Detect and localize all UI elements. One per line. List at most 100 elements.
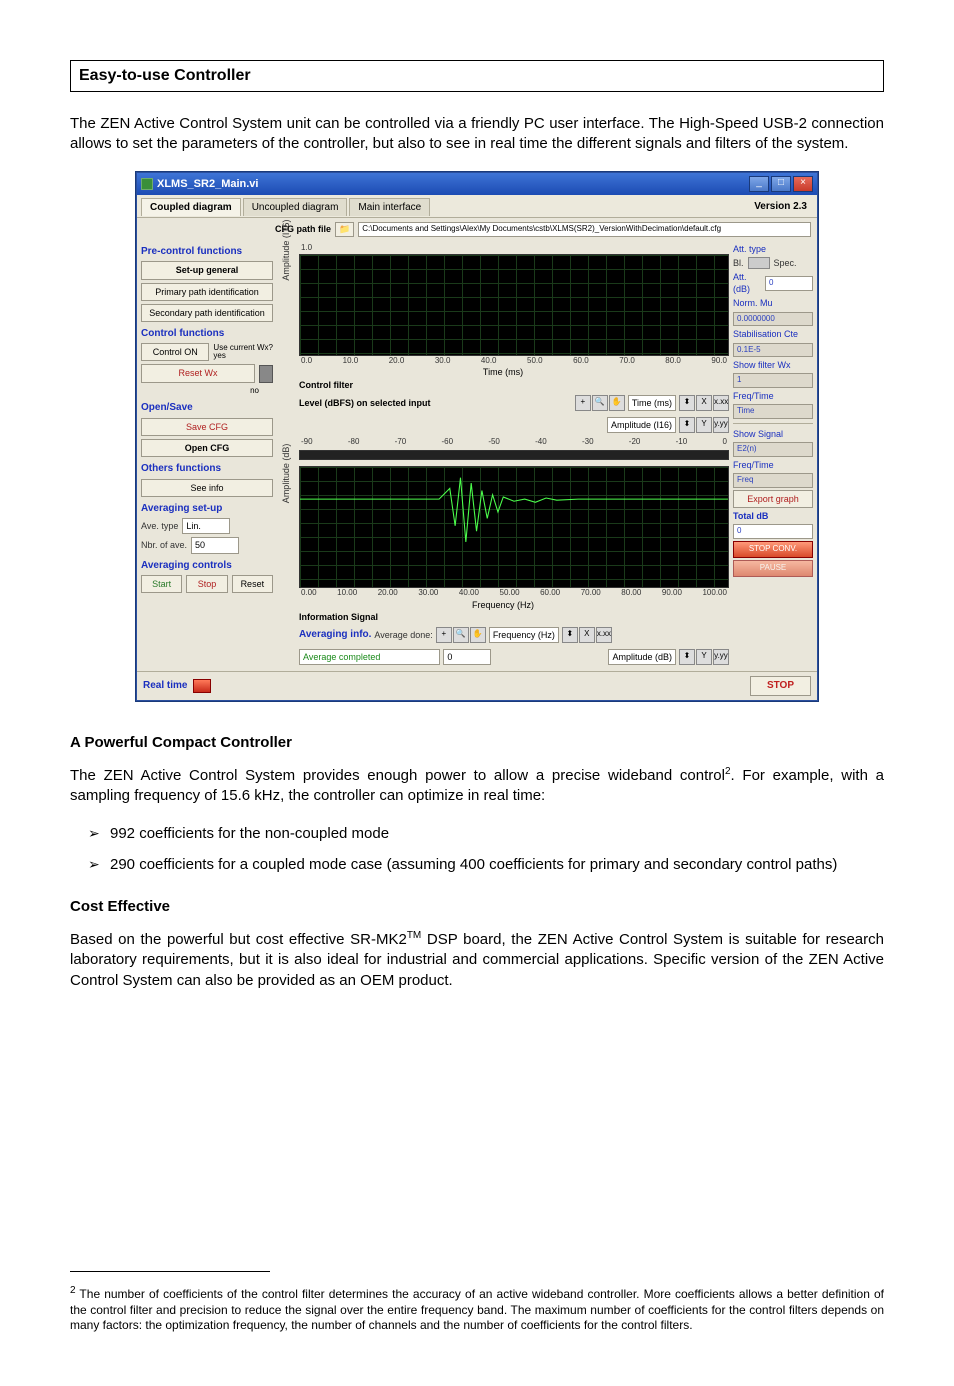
use-current-wx-label: Use current Wx? yes: [213, 344, 273, 362]
amplitude-i16-field[interactable]: Amplitude (I16): [607, 417, 676, 433]
show-filter-label: Show filter Wx: [733, 359, 813, 371]
para-controller: The ZEN Active Control System provides e…: [70, 765, 884, 807]
chart1-xlabel: Time (ms): [277, 366, 729, 378]
freqtime2-value[interactable]: Freq: [733, 473, 813, 488]
right-panel: Att. type Bl. Spec. Att. (dB)0 Norm. Mu …: [733, 243, 813, 667]
stop-conv-button[interactable]: STOP CONV.: [733, 541, 813, 558]
section-heading-1: Easy-to-use Controller: [70, 60, 884, 92]
app-icon: [141, 178, 153, 190]
realtime-label: Real time: [143, 679, 187, 693]
averaging-info-label: Averaging info.: [299, 628, 371, 642]
close-button[interactable]: ×: [793, 176, 813, 192]
axis-buttons-freq[interactable]: ⬍Xx.xx: [562, 627, 612, 643]
window-controls: _ □ ×: [749, 176, 813, 192]
realtime-led-icon: [193, 679, 211, 693]
section-heading-2: A Powerful Compact Controller: [70, 733, 884, 753]
control-filter-chart: Amplitude (I16): [299, 254, 729, 356]
setup-general-button[interactable]: Set-up general: [141, 261, 273, 279]
average-done-label: Average done:: [374, 629, 432, 641]
avg-reset-button[interactable]: Reset: [232, 575, 273, 593]
amplitude-db-field[interactable]: Amplitude (dB): [608, 649, 676, 665]
axis-buttons-ampdb[interactable]: ⬍Yy.yy: [679, 649, 729, 665]
chart2-title: Level (dBFS) on selected input: [299, 397, 572, 409]
average-completed-field: Average completed: [299, 649, 440, 665]
avg-stop-button[interactable]: Stop: [186, 575, 227, 593]
tab-uncoupled[interactable]: Uncoupled diagram: [243, 198, 348, 217]
time-ms-field[interactable]: Time (ms): [628, 395, 676, 411]
pause-button[interactable]: PAUSE: [733, 560, 813, 577]
coefficients-list: 992 coefficients for the non-coupled mod…: [70, 824, 884, 875]
footnote-text: 2 The number of coefficients of the cont…: [70, 1284, 884, 1334]
freqtime1-value[interactable]: Time: [733, 404, 813, 419]
app-window: XLMS_SR2_Main.vi _ □ × Coupled diagram U…: [136, 172, 818, 701]
tab-bar: Coupled diagram Uncoupled diagram Main i…: [137, 195, 817, 218]
titlebar: XLMS_SR2_Main.vi _ □ ×: [137, 173, 817, 195]
chart3-xlabel: Frequency (Hz): [277, 599, 729, 611]
show-filter-value[interactable]: 1: [733, 373, 813, 388]
att-db-value: 0: [765, 276, 813, 291]
total-db-label: Total dB: [733, 510, 813, 522]
att-type-slider[interactable]: [748, 257, 770, 269]
control-on-button[interactable]: Control ON: [141, 343, 209, 361]
version-label: Version 2.3: [754, 200, 807, 214]
frequency-hz-field[interactable]: Frequency (Hz): [489, 627, 559, 643]
att-db-label: Att. (dB): [733, 271, 761, 295]
bl-label: Bl.: [733, 257, 744, 269]
cfg-browse-icon[interactable]: 📁: [335, 222, 354, 236]
no-label: no: [141, 386, 273, 397]
ave-type-field[interactable]: Lin.: [182, 518, 230, 534]
secondary-path-button[interactable]: Secondary path identification: [141, 304, 273, 322]
reset-wx-button[interactable]: Reset Wx: [141, 364, 255, 382]
tab-main-interface[interactable]: Main interface: [349, 198, 430, 217]
open-cfg-button[interactable]: Open CFG: [141, 439, 273, 457]
export-graph-button[interactable]: Export graph: [733, 490, 813, 508]
section-heading-3: Cost Effective: [70, 897, 884, 917]
show-signal-value[interactable]: E2(n): [733, 442, 813, 457]
signal-wave-icon: [300, 467, 728, 595]
averaging-setup-heading: Averaging set-up: [141, 502, 273, 516]
chart-palette-1[interactable]: +🔍✋: [575, 395, 625, 411]
chart3-ylabel: Amplitude (dB): [280, 444, 292, 504]
chart3-title: Information Signal: [299, 611, 729, 623]
maximize-button[interactable]: □: [771, 176, 791, 192]
freqtime2-label: Freq/Time: [733, 459, 813, 471]
list-item: 992 coefficients for the non-coupled mod…: [88, 824, 884, 844]
ave-type-label: Ave. type: [141, 520, 178, 532]
axis-buttons-time[interactable]: ⬍Xx.xx: [679, 395, 729, 411]
footnote-separator: [70, 1271, 270, 1272]
realtime-bar: Real time STOP: [137, 671, 817, 700]
stabilisation-label: Stabilisation Cte: [733, 328, 813, 340]
trademark-tm: TM: [407, 930, 421, 941]
nbr-ave-label: Nbr. of ave.: [141, 539, 187, 551]
cfg-path-field[interactable]: C:\Documents and Settings\Alex\My Docume…: [358, 222, 811, 237]
average-value-field: 0: [443, 649, 491, 665]
wx-slider-icon[interactable]: [259, 365, 273, 383]
freqtime1-label: Freq/Time: [733, 390, 813, 402]
intro-paragraph: The ZEN Active Control System unit can b…: [70, 114, 884, 155]
nbr-ave-field[interactable]: 50: [191, 537, 239, 553]
others-heading: Others functions: [141, 462, 273, 476]
save-cfg-button[interactable]: Save CFG: [141, 418, 273, 436]
axis-buttons-amp[interactable]: ⬍Yy.yy: [679, 417, 729, 433]
avg-start-button[interactable]: Start: [141, 575, 182, 593]
open-save-heading: Open/Save: [141, 401, 273, 415]
stabilisation-value[interactable]: 0.1E-5: [733, 343, 813, 358]
level-meter: [299, 450, 729, 460]
total-db-value: 0: [733, 524, 813, 539]
minimize-button[interactable]: _: [749, 176, 769, 192]
norm-mu-label: Norm. Mu: [733, 297, 813, 309]
show-signal-label: Show Signal: [733, 428, 813, 440]
tab-coupled[interactable]: Coupled diagram: [141, 198, 241, 217]
left-panel: Pre-control functions Set-up general Pri…: [141, 243, 273, 667]
norm-mu-value[interactable]: 0.0000000: [733, 312, 813, 327]
list-item: 290 coefficients for a coupled mode case…: [88, 855, 884, 875]
see-info-button[interactable]: See info: [141, 479, 273, 497]
center-panel: 1.0 Amplitude (I16) 0.010.020.030.040.05…: [277, 243, 729, 667]
chart-palette-2[interactable]: +🔍✋: [436, 627, 486, 643]
chart1-ylabel: Amplitude (I16): [280, 219, 292, 280]
control-functions-heading: Control functions: [141, 327, 273, 341]
stop-button[interactable]: STOP: [750, 676, 811, 696]
primary-path-button[interactable]: Primary path identification: [141, 283, 273, 301]
chart1-title: Control filter: [299, 379, 729, 391]
precontrol-heading: Pre-control functions: [141, 245, 273, 259]
